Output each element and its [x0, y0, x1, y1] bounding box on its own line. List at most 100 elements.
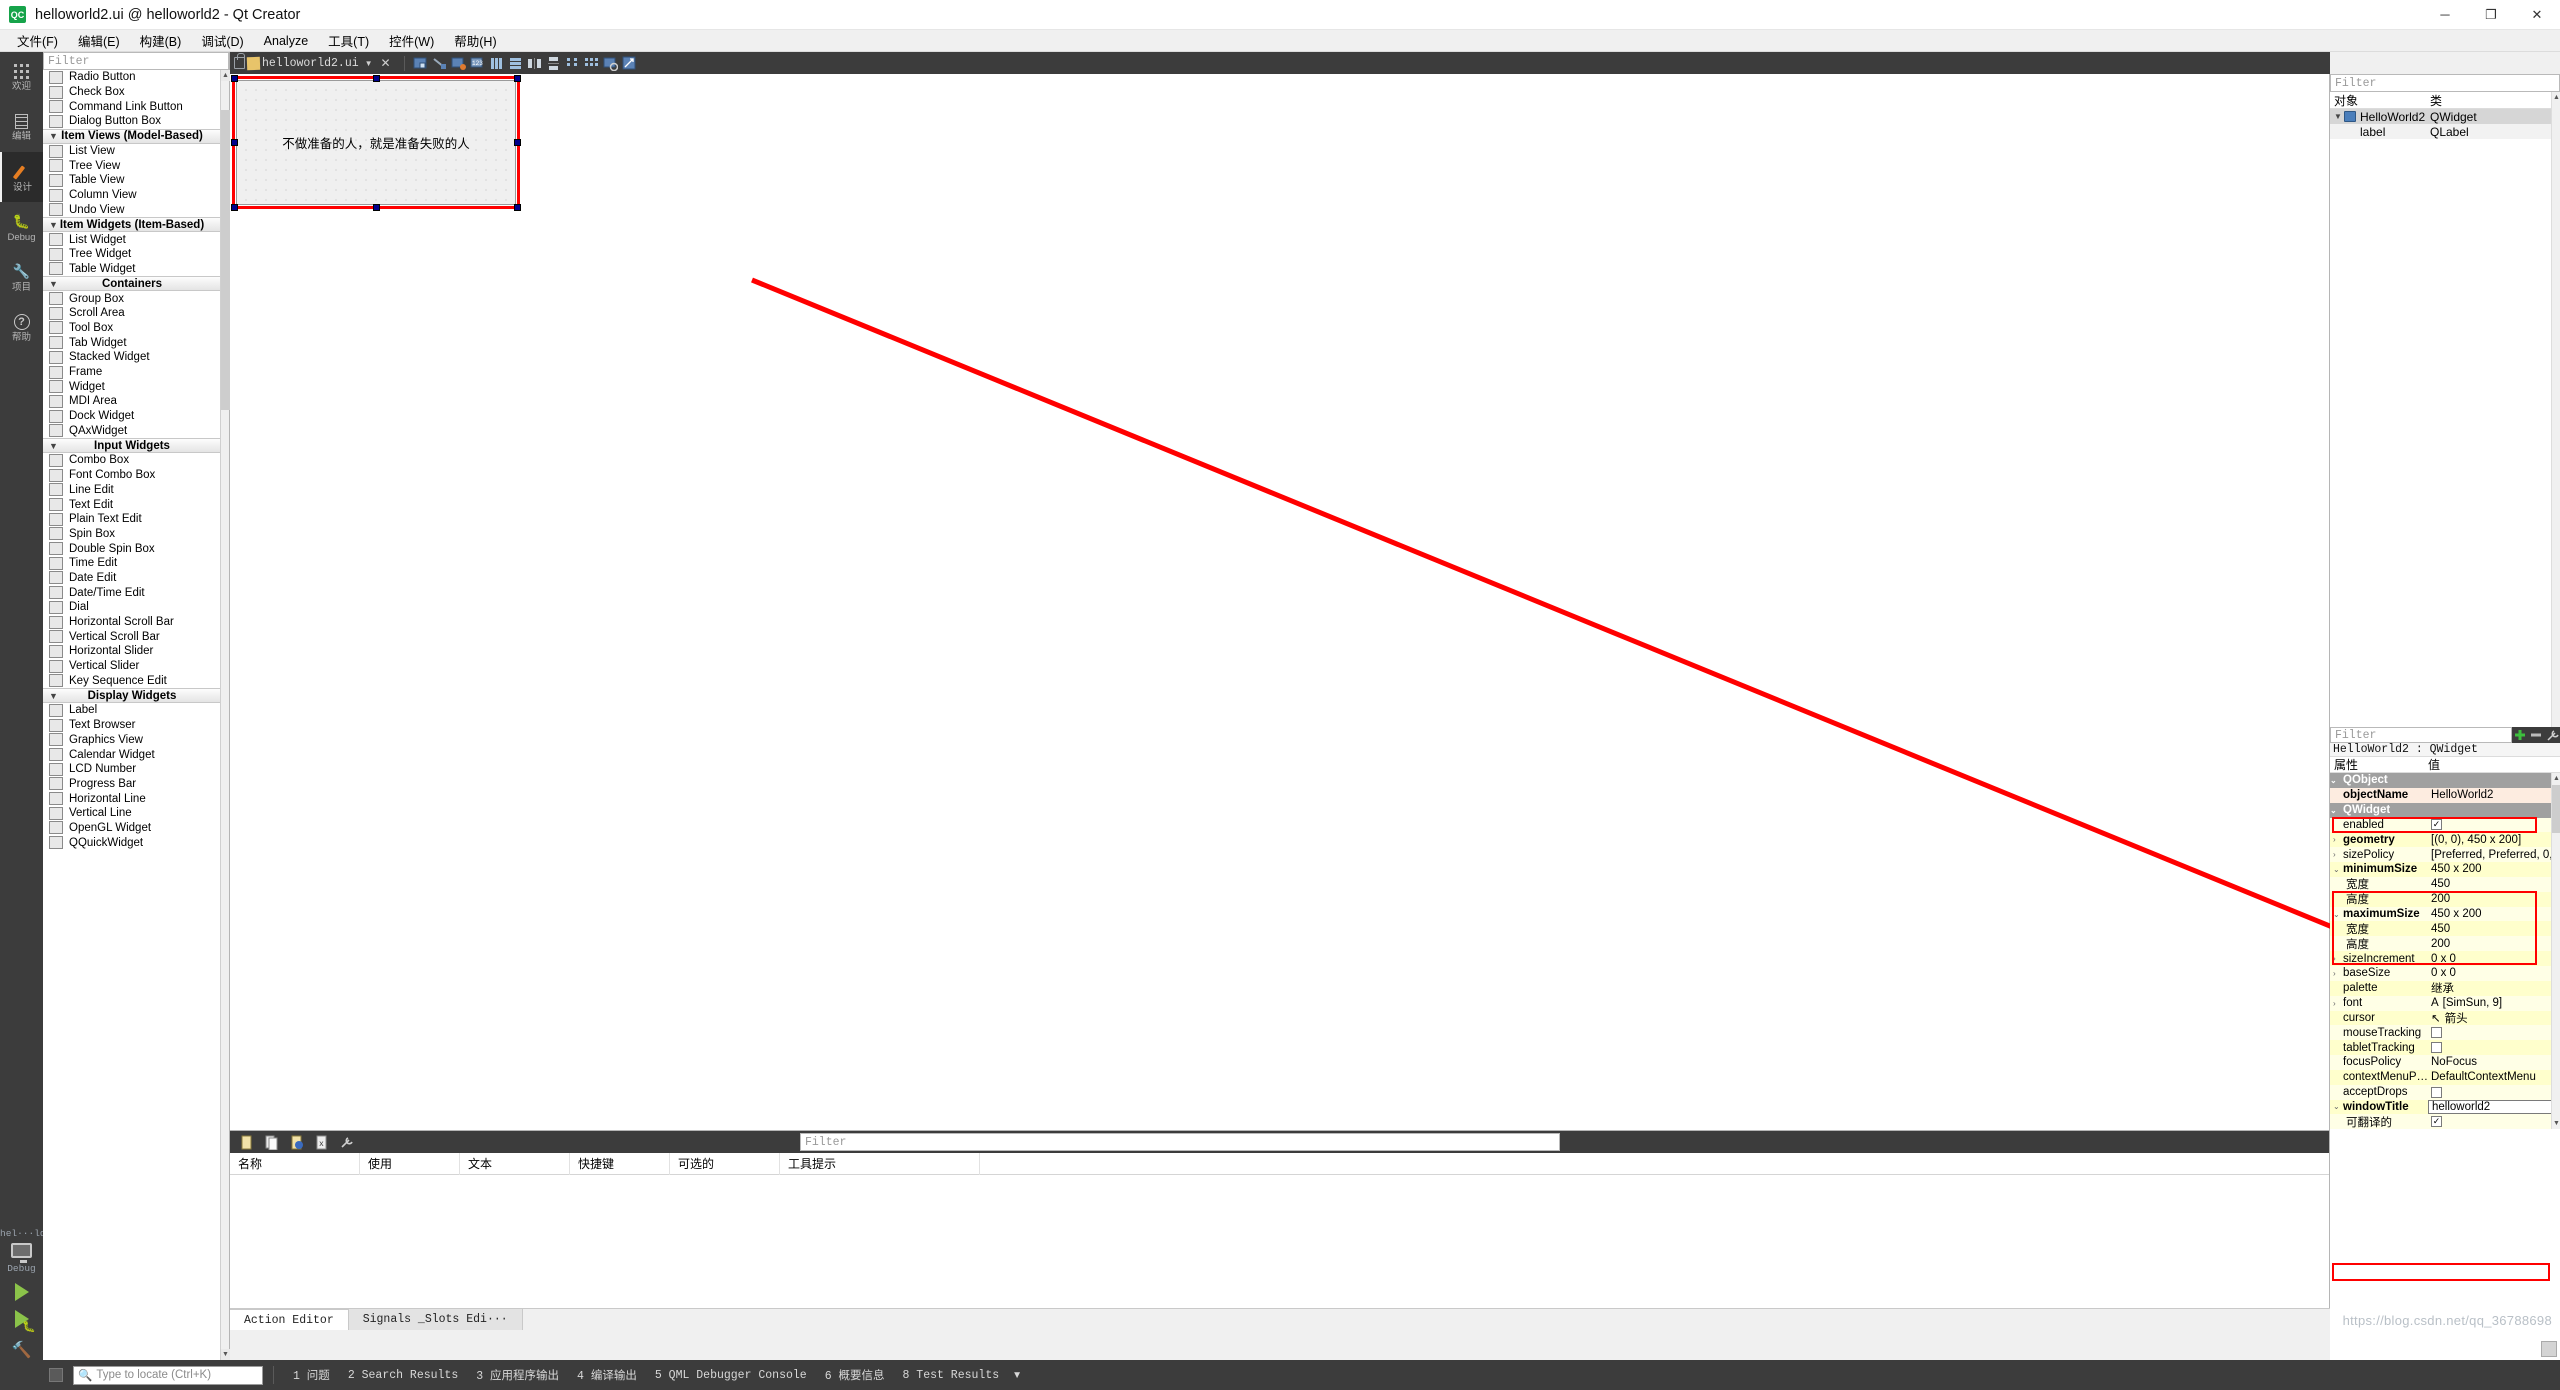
widget-item[interactable]: Horizontal Line [43, 791, 221, 806]
property-row[interactable]: ⌄ maximumSize 450 x 200 [2330, 906, 2560, 922]
widget-item[interactable]: Vertical Slider [43, 659, 221, 674]
expand-chevron-icon[interactable]: ⌄ [2333, 910, 2343, 919]
property-value-cell[interactable]: 200 [2431, 893, 2450, 905]
property-row[interactable]: › sizeIncrement 0 x 0 [2330, 951, 2560, 966]
widget-category[interactable]: ▼ Display Widgets [43, 688, 221, 704]
menu-help[interactable]: 帮助(H) [444, 29, 506, 52]
resize-handle-top-right[interactable] [514, 75, 521, 82]
resize-handle-bottom-left[interactable] [231, 204, 238, 211]
action-column-header[interactable]: 可选的 [670, 1152, 780, 1175]
property-row[interactable]: › geometry [(0, 0), 450 x 200] [2330, 832, 2560, 848]
widget-item[interactable]: Check Box [43, 85, 221, 100]
widget-item[interactable]: Scroll Area [43, 306, 221, 321]
property-checkbox[interactable]: ✓ [2431, 819, 2442, 831]
widget-item[interactable]: QAxWidget [43, 423, 221, 438]
chevron-down-icon[interactable]: ▼ [2334, 112, 2344, 121]
widget-item[interactable]: Line Edit [43, 483, 221, 498]
widget-item[interactable]: Dialog Button Box [43, 114, 221, 129]
action-column-header[interactable]: 快捷键 [570, 1152, 670, 1175]
property-row[interactable]: tabletTracking [2330, 1040, 2560, 1056]
property-row[interactable]: focusPolicy NoFocus [2330, 1055, 2560, 1070]
output-pane-button[interactable]: 8 Test Results [894, 1369, 1009, 1382]
object-inspector-row[interactable]: label QLabel [2330, 124, 2560, 139]
property-row[interactable]: ⌄ QWidget [2330, 802, 2560, 818]
plus-icon[interactable] [2512, 727, 2528, 743]
widget-item[interactable]: LCD Number [43, 762, 221, 777]
widget-category[interactable]: ▼ Item Views (Model-Based) [43, 128, 221, 144]
property-value-cell[interactable]: NoFocus [2431, 1056, 2477, 1068]
widget-item[interactable]: Tab Widget [43, 335, 221, 350]
widget-item[interactable]: Date/Time Edit [43, 585, 221, 600]
resize-handle-middle-left[interactable] [231, 139, 238, 146]
widget-item[interactable]: MDI Area [43, 394, 221, 409]
property-checkbox[interactable] [2431, 1042, 2442, 1054]
buddies-icon[interactable] [450, 55, 467, 72]
widget-item[interactable]: Widget [43, 379, 221, 394]
menu-analyze[interactable]: Analyze [254, 32, 318, 50]
property-value-cell[interactable]: HelloWorld2 [2431, 789, 2493, 801]
toggle-sidebar-button[interactable] [49, 1368, 63, 1382]
property-row[interactable]: contextMenuP… DefaultContextMenu [2330, 1069, 2560, 1085]
resize-grip[interactable] [2541, 1341, 2557, 1357]
widget-item[interactable]: Stacked Widget [43, 350, 221, 365]
scroll-down-icon[interactable]: ▼ [221, 1349, 230, 1360]
widget-item[interactable]: Spin Box [43, 527, 221, 542]
expand-chevron-icon[interactable]: ⌄ [2330, 806, 2340, 815]
form-layout-icon[interactable] [564, 55, 581, 72]
expand-chevron-icon[interactable]: ⌄ [2330, 776, 2340, 785]
menu-edit[interactable]: 编辑(E) [68, 29, 130, 52]
widget-item[interactable]: Table Widget [43, 262, 221, 277]
new-document-icon[interactable] [238, 1134, 255, 1151]
widget-item[interactable]: Tree View [43, 158, 221, 173]
open-document-label[interactable]: helloworld2.ui [262, 57, 359, 70]
widget-item[interactable]: Font Combo Box [43, 468, 221, 483]
output-pane-button[interactable]: 2 Search Results [339, 1369, 467, 1382]
close-button[interactable]: ✕ [2514, 0, 2560, 30]
property-row[interactable]: ⌄ minimumSize 450 x 200 [2330, 862, 2560, 877]
property-editor-filter[interactable]: Filter [2330, 727, 2512, 743]
property-checkbox[interactable] [2431, 1086, 2442, 1098]
signals-slots-icon[interactable] [431, 55, 448, 72]
mode-debug[interactable]: 🐛 Debug [0, 202, 43, 252]
object-inspector-filter[interactable]: Filter [2330, 74, 2560, 92]
action-column-header[interactable]: 文本 [460, 1152, 570, 1175]
widget-item[interactable]: Command Link Button [43, 99, 221, 114]
widget-item[interactable]: Key Sequence Edit [43, 673, 221, 688]
widget-item[interactable]: Graphics View [43, 733, 221, 748]
widget-item[interactable]: Label [43, 703, 221, 718]
property-value-cell[interactable]: DefaultContextMenu [2431, 1071, 2536, 1083]
mode-welcome[interactable]: 欢迎 [0, 52, 43, 102]
expand-chevron-icon[interactable]: › [2333, 969, 2343, 978]
property-row[interactable]: 高度 200 [2330, 891, 2560, 907]
menu-debug[interactable]: 调试(D) [191, 29, 253, 52]
resize-handle-top-left[interactable] [231, 75, 238, 82]
widget-item[interactable]: Radio Button [43, 70, 221, 85]
menu-widgets[interactable]: 控件(W) [379, 29, 444, 52]
property-row[interactable]: enabled ✓ [2330, 817, 2560, 833]
action-column-header[interactable]: 工具提示 [780, 1152, 980, 1175]
widget-box-list[interactable]: Radio Button Check Box Command Link Button… [43, 70, 221, 1360]
locator-input[interactable]: 🔍 Type to locate (Ctrl+K) [73, 1365, 263, 1385]
menu-tools[interactable]: 工具(T) [318, 29, 379, 52]
property-value-cell[interactable]: 0 x 0 [2431, 953, 2456, 965]
widget-item[interactable]: Date Edit [43, 571, 221, 586]
widget-category[interactable]: ▼ Item Widgets (Item-Based) [43, 217, 221, 233]
wrench-icon[interactable] [2544, 727, 2560, 743]
property-value-cell[interactable]: 450 x 200 [2431, 863, 2482, 875]
widget-item[interactable]: Vertical Scroll Bar [43, 629, 221, 644]
widget-box-scrollbar[interactable]: ▲ ▼ [220, 70, 230, 1360]
object-inspector-row[interactable]: ▼ HelloWorld2 QWidget [2330, 109, 2560, 124]
expand-chevron-icon[interactable]: › [2333, 850, 2343, 859]
widget-item[interactable]: Dial [43, 600, 221, 615]
output-pane-button[interactable]: 4 编译输出 [568, 1367, 646, 1383]
object-inspector-scrollbar[interactable]: ▲ [2551, 92, 2560, 727]
property-value-cell[interactable]: 0 x 0 [2431, 967, 2456, 979]
widget-item[interactable]: Horizontal Scroll Bar [43, 615, 221, 630]
property-value-cell[interactable]: 450 [2431, 878, 2450, 890]
property-row[interactable]: palette 继承 [2330, 980, 2560, 996]
mode-projects[interactable]: 🔧 项目 [0, 252, 43, 302]
widget-item[interactable]: Progress Bar [43, 777, 221, 792]
property-value-cell[interactable]: 450 x 200 [2431, 908, 2482, 920]
build-button[interactable]: 🔨 [0, 1340, 43, 1360]
resize-handle-middle-right[interactable] [514, 139, 521, 146]
